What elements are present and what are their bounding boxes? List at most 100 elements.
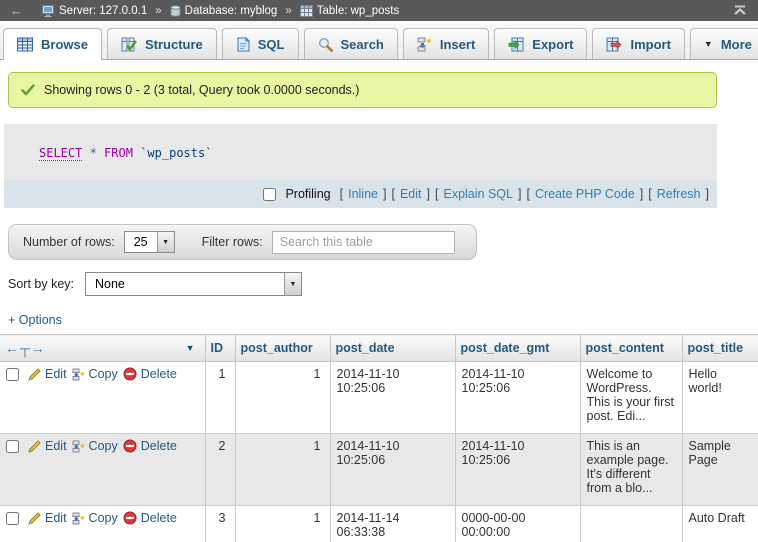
tab-browse[interactable]: Browse — [3, 28, 102, 60]
tab-structure[interactable]: Structure — [107, 28, 217, 59]
actions-dropdown-icon[interactable]: ▼ — [186, 343, 195, 353]
delete-icon — [123, 367, 137, 381]
cell-post-author: 1 — [235, 434, 330, 506]
row-select-checkbox[interactable] — [6, 440, 19, 453]
explain-sql-link[interactable]: Explain SQL — [443, 187, 512, 201]
breadcrumb-table-label: Table: wp_posts — [317, 5, 399, 17]
select-arrow-icon: ▼ — [284, 273, 301, 295]
options-toggle-link[interactable]: + Options — [8, 313, 62, 327]
number-of-rows-select[interactable]: 25 ▼ — [124, 231, 175, 253]
tab-sql-label: SQL — [258, 37, 285, 52]
create-php-code-link[interactable]: Create PHP Code — [535, 187, 635, 201]
cell-post-content: This is an example page. It's different … — [580, 434, 682, 506]
sort-by-key-label: Sort by key: — [8, 277, 74, 291]
cell-post-date-gmt: 2014-11-10 10:25:06 — [455, 434, 580, 506]
select-arrow-icon: ▼ — [157, 232, 174, 252]
breadcrumb-server[interactable]: Server: 127.0.0.1 — [42, 5, 147, 17]
inline-link[interactable]: Inline — [348, 187, 378, 201]
row-delete-link[interactable]: Delete — [123, 511, 177, 525]
row-edit-link[interactable]: Edit — [28, 367, 67, 381]
profiling-label: Profiling — [285, 187, 330, 201]
bracket: ] — [706, 187, 709, 201]
column-header-post-content[interactable]: post_content — [580, 335, 682, 362]
row-delete-link[interactable]: Delete — [123, 367, 177, 381]
sql-query-text: SELECT * FROM `wp_posts` — [4, 124, 717, 180]
refresh-link[interactable]: Refresh — [657, 187, 701, 201]
row-delete-link[interactable]: Delete — [123, 439, 177, 453]
column-header-post-date[interactable]: post_date — [330, 335, 455, 362]
column-header-post-author[interactable]: post_author — [235, 335, 330, 362]
row-edit-link[interactable]: Edit — [28, 511, 67, 525]
sql-star: * — [90, 146, 97, 160]
cell-post-date: 2014-11-14 06:33:38 — [330, 506, 455, 542]
tab-search-label: Search — [341, 37, 384, 52]
row-select-checkbox[interactable] — [6, 368, 19, 381]
table-icon — [300, 5, 313, 17]
column-header-id[interactable]: ID — [205, 335, 235, 362]
cell-id: 2 — [205, 434, 235, 506]
edit-query-link[interactable]: Edit — [400, 187, 422, 201]
tab-import-label: Import — [630, 37, 670, 52]
column-header-post-title[interactable]: post_title — [682, 335, 758, 362]
tab-export[interactable]: Export — [494, 28, 587, 59]
sort-by-key-select[interactable]: None ▼ — [85, 272, 302, 296]
breadcrumb-database[interactable]: Database: myblog — [170, 5, 278, 17]
row-copy-link[interactable]: Copy — [72, 439, 118, 453]
breadcrumb-bar: ← Server: 127.0.0.1 » Database: myblog »… — [0, 0, 758, 21]
pencil-icon — [28, 368, 41, 381]
search-icon — [318, 37, 333, 52]
success-check-icon — [21, 84, 35, 96]
tab-structure-label: Structure — [145, 37, 203, 52]
column-order-icon: ←┬→ — [5, 340, 46, 356]
profiling-checkbox[interactable] — [263, 188, 276, 201]
cell-post-content — [580, 506, 682, 542]
tab-insert[interactable]: Insert — [403, 28, 489, 59]
import-icon — [606, 37, 622, 52]
table-row: Edit Copy Delete 3 1 2014-11-14 06:33:38… — [0, 506, 758, 542]
table-header-row: ←┬→ ▼ ID post_author post_date post_date… — [0, 335, 758, 362]
breadcrumb-server-label: Server: 127.0.0.1 — [59, 5, 147, 17]
tab-more-label: More — [721, 37, 752, 52]
tab-insert-label: Insert — [440, 37, 475, 52]
row-copy-link[interactable]: Copy — [72, 367, 118, 381]
bracket: [ — [391, 187, 394, 201]
tab-more[interactable]: ▼ More — [690, 28, 758, 59]
cell-id: 1 — [205, 362, 235, 434]
sort-bar: Sort by key: None ▼ — [8, 272, 758, 296]
success-message-text: Showing rows 0 - 2 (3 total, Query took … — [44, 83, 359, 97]
chevron-down-icon: ▼ — [704, 39, 713, 49]
cell-post-title: Hello world! — [682, 362, 758, 434]
sql-keyword-select[interactable]: SELECT — [39, 146, 82, 161]
delete-icon — [123, 511, 137, 525]
tab-sql[interactable]: SQL — [222, 28, 299, 59]
breadcrumb-table[interactable]: Table: wp_posts — [300, 5, 399, 17]
table-tab-strip: Browse Structure SQL Search Insert Expor… — [0, 21, 758, 60]
browse-icon — [17, 37, 33, 52]
table-row: Edit Copy Delete 1 1 2014-11-10 10:25:06… — [0, 362, 758, 434]
bracket: [ — [526, 187, 529, 201]
table-row: Edit Copy Delete 2 1 2014-11-10 10:25:06… — [0, 434, 758, 506]
row-select-checkbox[interactable] — [6, 512, 19, 525]
bracket: [ — [648, 187, 651, 201]
column-header-post-date-gmt[interactable]: post_date_gmt — [455, 335, 580, 362]
tab-import[interactable]: Import — [592, 28, 684, 59]
collapse-top-icon[interactable] — [732, 5, 748, 16]
pencil-icon — [28, 512, 41, 525]
row-edit-link[interactable]: Edit — [28, 439, 67, 453]
cell-post-content: Welcome to WordPress. This is your first… — [580, 362, 682, 434]
database-icon — [170, 5, 181, 17]
tab-search[interactable]: Search — [304, 28, 398, 59]
row-copy-link[interactable]: Copy — [72, 511, 118, 525]
cell-post-author: 1 — [235, 506, 330, 542]
filter-rows-input[interactable] — [272, 231, 455, 254]
cell-post-date-gmt: 0000-00-00 00:00:00 — [455, 506, 580, 542]
cell-post-author: 1 — [235, 362, 330, 434]
back-arrow-icon[interactable]: ← — [10, 3, 23, 18]
copy-icon — [72, 368, 85, 381]
success-message: Showing rows 0 - 2 (3 total, Query took … — [8, 72, 717, 108]
sort-by-key-value: None — [86, 277, 134, 291]
cell-post-date: 2014-11-10 10:25:06 — [330, 362, 455, 434]
tab-export-label: Export — [532, 37, 573, 52]
column-actions-header[interactable]: ←┬→ ▼ — [0, 335, 205, 362]
delete-icon — [123, 439, 137, 453]
